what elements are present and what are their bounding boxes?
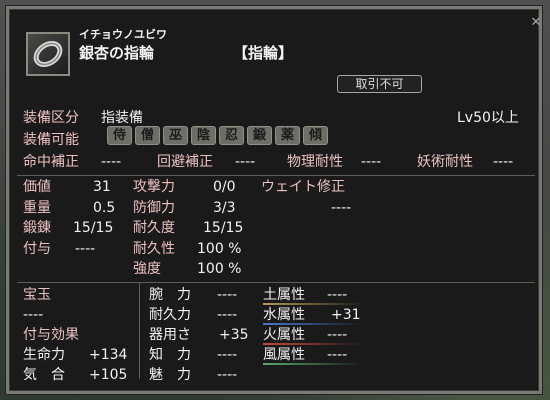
attr-label: 魅 力 <box>149 367 191 383</box>
divider <box>17 175 535 176</box>
class-chip-list: 侍 僧 巫 陰 忍 鍛 薬 傾 <box>107 126 328 145</box>
hit-bonus-label: 命中補正 <box>23 154 79 170</box>
earth-underline <box>263 303 363 305</box>
item-name: 銀杏の指輪 <box>79 44 155 62</box>
level-requirement: Lv50以上 <box>457 110 519 126</box>
price-label: 価値 <box>23 179 51 195</box>
attack-value: 0/0 <box>213 179 236 195</box>
evade-bonus-value: ---- <box>235 154 256 170</box>
equip-slot-value: 指装備 <box>101 110 143 126</box>
ki-label: 気 合 <box>23 367 65 383</box>
life-value: +134 <box>89 347 128 363</box>
strength-value: 100 % <box>197 261 242 277</box>
class-chip: 薬 <box>275 126 300 145</box>
forge-value: 15/15 <box>73 220 114 236</box>
class-chip: 忍 <box>219 126 244 145</box>
item-category: 【指輪】 <box>233 44 294 62</box>
dur-prop-label: 耐久性 <box>133 241 175 257</box>
effects-label: 付与効果 <box>23 327 79 343</box>
silver-ring-icon <box>26 32 70 76</box>
ki-value: +105 <box>89 367 128 383</box>
divider <box>17 282 535 283</box>
defense-value: 3/3 <box>213 200 236 216</box>
enchant-label: 付与 <box>23 241 51 257</box>
attr-value: ---- <box>217 287 238 303</box>
class-chip: 巫 <box>163 126 188 145</box>
wind-attr-label: 風属性 <box>263 347 305 363</box>
attr-value: ---- <box>217 347 238 363</box>
defense-label: 防御力 <box>133 200 175 216</box>
no-trade-badge: 取引不可 <box>337 75 422 93</box>
earth-attr-value: ---- <box>327 287 348 303</box>
attr-value: +35 <box>219 327 249 343</box>
class-chip: 鍛 <box>247 126 272 145</box>
durability-label: 耐久度 <box>133 220 175 236</box>
equip-slot-label: 装備区分 <box>23 110 79 126</box>
dur-prop-value: 100 % <box>197 241 242 257</box>
water-underline <box>263 323 363 325</box>
strength-label: 強度 <box>133 261 161 277</box>
wind-underline <box>263 363 363 365</box>
attr-label: 知 力 <box>149 347 191 363</box>
weight-mod-label: ウェイト修正 <box>261 179 345 195</box>
fire-attr-label: 火属性 <box>263 327 305 343</box>
price-value: 31 <box>93 179 111 195</box>
class-chip: 陰 <box>191 126 216 145</box>
class-chip: 傾 <box>303 126 328 145</box>
wind-attr-value: ---- <box>327 347 348 363</box>
evade-bonus-label: 回避補正 <box>157 154 213 170</box>
forge-label: 鍛錬 <box>23 220 51 236</box>
equip-usable-label: 装備可能 <box>23 132 79 148</box>
item-furigana: イチョウノユビワ <box>79 28 167 41</box>
item-tooltip-window: ✕ イチョウノユビワ 銀杏の指輪 【指輪】 取引不可 装備区分 指装備 Lv50… <box>6 6 542 394</box>
attr-value: ---- <box>217 367 238 383</box>
divider <box>139 283 140 379</box>
class-chip: 僧 <box>135 126 160 145</box>
weight-label: 重量 <box>23 200 51 216</box>
fire-attr-value: ---- <box>327 327 348 343</box>
gem-value: ---- <box>23 307 44 323</box>
attack-label: 攻撃力 <box>133 179 175 195</box>
water-attr-value: +31 <box>331 307 361 323</box>
class-chip: 侍 <box>107 126 132 145</box>
fire-underline <box>263 343 363 345</box>
life-label: 生命力 <box>23 347 65 363</box>
phys-resist-label: 物理耐性 <box>287 154 343 170</box>
attr-label: 腕 力 <box>149 287 191 303</box>
attr-value: ---- <box>217 307 238 323</box>
phys-resist-value: ---- <box>361 154 382 170</box>
durability-value: 15/15 <box>203 220 244 236</box>
water-attr-label: 水属性 <box>263 307 305 323</box>
close-icon[interactable]: ✕ <box>528 15 544 31</box>
attr-label: 器用さ <box>149 327 191 343</box>
attr-label: 耐久力 <box>149 307 191 323</box>
magic-resist-value: ---- <box>493 154 514 170</box>
magic-resist-label: 妖術耐性 <box>417 154 473 170</box>
enchant-value: ---- <box>75 241 96 257</box>
hit-bonus-value: ---- <box>101 154 122 170</box>
weight-mod-value: ---- <box>331 200 352 216</box>
earth-attr-label: 土属性 <box>263 287 305 303</box>
gem-label: 宝玉 <box>23 287 51 303</box>
weight-value: 0.5 <box>93 200 116 216</box>
